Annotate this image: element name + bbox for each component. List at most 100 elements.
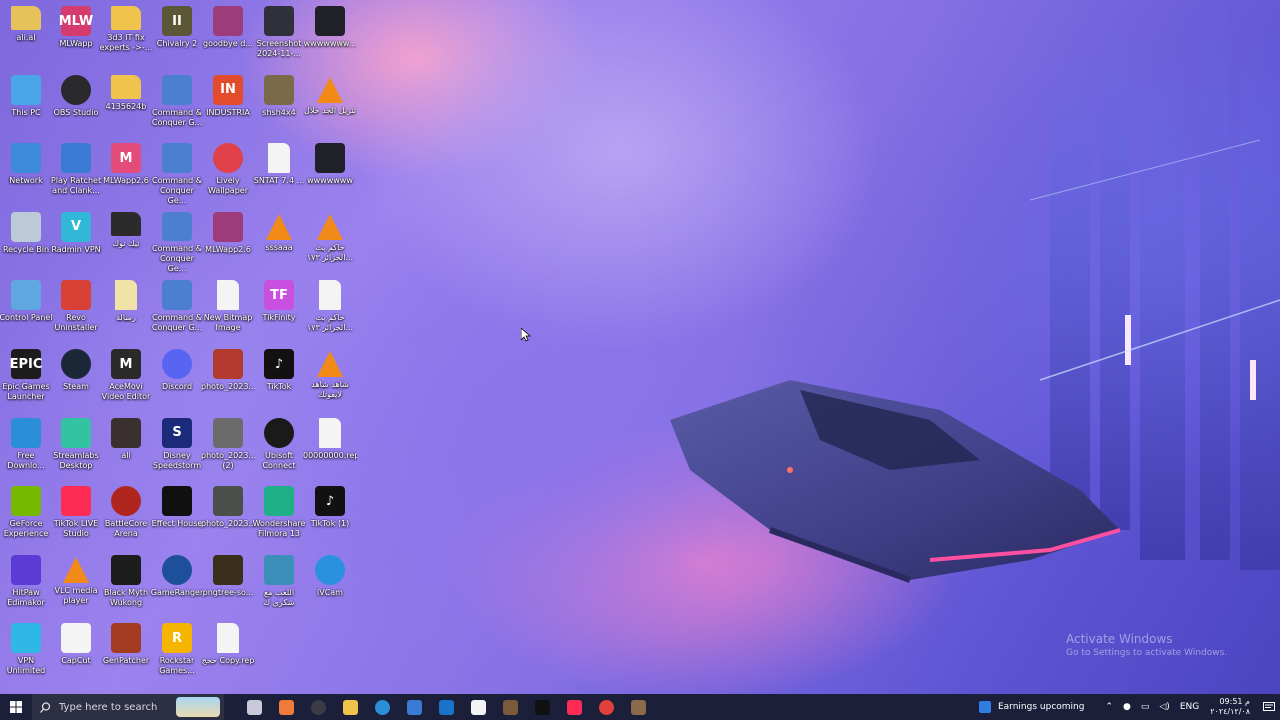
desktop-icon[interactable]: photo_2023... (2) (201, 412, 255, 480)
desktop-icon[interactable]: Wondershare Filmora 13 (253, 480, 305, 548)
desktop-icon-label: Lively Wallpaper (207, 176, 248, 196)
desktop-icon[interactable]: تنزيل الجد خلال (304, 69, 356, 137)
desktop-icon[interactable]: ♪ TikTok (1) (305, 480, 355, 548)
desktop-icon[interactable]: photo_2023... (201, 343, 255, 411)
desktop-icon[interactable]: shsh4x4 (254, 69, 304, 137)
language-indicator[interactable]: ENG (1180, 702, 1199, 712)
desktop-icon[interactable]: Steam (51, 343, 101, 411)
desktop-icon[interactable]: HitPaw Edimakor (1, 549, 51, 617)
taskbar-task-view-button[interactable] (238, 694, 270, 720)
desktop-icon[interactable]: رسالة (101, 274, 151, 342)
desktop-icon[interactable]: S Disney Speedstorm (152, 412, 202, 480)
desktop-icon[interactable]: Lively Wallpaper (203, 137, 253, 205)
desktop-icon[interactable]: SNTAT 7.4 ... (254, 137, 304, 205)
desktop-icon[interactable]: Revo Uninstaller (51, 274, 101, 342)
taskbar-genpatcher-button[interactable] (622, 694, 654, 720)
desktop-icon[interactable]: VLC media player (51, 549, 101, 617)
desktop-icon[interactable]: IN INDUSTRIA (203, 69, 253, 137)
desktop-icon[interactable]: OBS Studio (51, 69, 101, 137)
taskbar-file-explorer-button[interactable] (334, 694, 366, 720)
desktop-icon[interactable]: ali.al (1, 0, 51, 68)
taskbar-tiktok-live-button[interactable] (558, 694, 590, 720)
desktop-icon[interactable]: ali (101, 412, 151, 480)
desktop-icon[interactable]: GeForce Experience (1, 480, 51, 548)
desktop-icon[interactable]: This PC (1, 69, 51, 137)
desktop-icon-label: رسالة (116, 313, 136, 323)
widgets-icon (278, 699, 294, 715)
desktop-icon[interactable]: MLW MLWapp (51, 0, 101, 68)
notification-center-button[interactable] (1258, 694, 1280, 720)
taskbar-search-box[interactable]: Type here to search (32, 694, 224, 720)
desktop-icon[interactable]: Free Downlo... (1, 412, 51, 480)
desktop-icon[interactable]: iVCam (305, 549, 355, 617)
taskbar-microsoft-store-button[interactable] (398, 694, 430, 720)
taskbar-game-button[interactable] (494, 694, 526, 720)
desktop-icon[interactable]: Command & Conquer Ge... (152, 137, 202, 205)
desktop-icon[interactable]: Command & Conquer G... (152, 274, 202, 342)
desktop-icon[interactable]: MLWapp2.6 (203, 206, 253, 274)
desktop-icon[interactable]: TikTok LIVE Studio (51, 480, 101, 548)
desktop-icon[interactable]: 00000000.rep (303, 412, 357, 480)
windows-logo-icon (10, 701, 22, 713)
desktop-icon[interactable]: 3d3 IT fix experts ->-... (100, 0, 152, 68)
desktop-icon[interactable]: M MLWapp2.6 (101, 137, 151, 205)
desktop-icon[interactable]: Control Panel (0, 274, 53, 342)
desktop-icon[interactable]: II Chivalry 2 (152, 0, 202, 68)
desktop-icon[interactable]: Screenshot 2024-11-... (254, 0, 304, 68)
desktop-icon[interactable]: Command & Conquer G... (152, 69, 202, 137)
taskbar-capcut-button[interactable] (462, 694, 494, 720)
desktop-icon[interactable]: wwwwwww (305, 137, 355, 205)
show-hidden-icons-chevron-icon[interactable]: ⌃ (1105, 702, 1113, 712)
desktop-icon[interactable]: BattleCore Arena (101, 480, 151, 548)
desktop-icon[interactable]: CapCut (51, 617, 101, 685)
desktop-icon[interactable]: اللعب مع شكري ك (254, 549, 304, 617)
desktop-icon[interactable]: حاكم بث الجزائر ١٧٣... (305, 274, 355, 342)
clock[interactable]: 09:51 م ٢٠٢٤/١٢/٠٨ (1210, 697, 1250, 717)
desktop-icon[interactable]: Network (1, 137, 51, 205)
taskbar-tiktok-button[interactable] (526, 694, 558, 720)
desktop-icon-label: ali.al (16, 33, 36, 42)
filmora-icon (264, 486, 294, 517)
desktop-icon[interactable]: wwwwwww... (304, 0, 356, 68)
taskbar-obs-button[interactable] (302, 694, 334, 720)
file-explorer-icon (342, 699, 358, 715)
desktop-icon[interactable]: V Radmin VPN (51, 206, 101, 274)
desktop-icon[interactable]: تيك توك (101, 206, 151, 274)
desktop-icon[interactable]: Black Myth Wukong (101, 549, 151, 617)
folder-icon (111, 6, 141, 30)
microphone-icon[interactable]: ● (1123, 702, 1131, 712)
desktop-icon[interactable]: Play Ratchet and Clank... (51, 137, 101, 205)
desktop-icon[interactable]: 4135624b (101, 69, 151, 137)
desktop-icon[interactable]: pngtree-so... (203, 549, 253, 617)
news-widget[interactable]: Earnings upcoming (978, 701, 1084, 713)
desktop-icon[interactable]: goodbye d... (203, 0, 253, 68)
desktop-icon[interactable]: GenPatcher (101, 617, 151, 685)
desktop-icon[interactable]: Recycle Bin (1, 206, 51, 274)
volume-icon[interactable]: ◁) (1159, 702, 1169, 712)
network-icon[interactable]: ▭ (1141, 702, 1150, 712)
taskbar-edge-button[interactable] (366, 694, 398, 720)
desktop-icon[interactable]: حاكم بث الجزائر ١٧٣... (305, 206, 355, 274)
desktop-icon[interactable]: photo_2023... (201, 480, 255, 548)
desktop-icon[interactable]: Effect House (152, 480, 202, 548)
desktop-icon[interactable]: Discord (152, 343, 202, 411)
desktop-icon[interactable]: Command & Conquer Ge... (152, 206, 202, 274)
desktop-icon[interactable]: New Bitmap Image (203, 274, 253, 342)
desktop-icon[interactable]: Streamlabs Desktop (51, 412, 101, 480)
start-button[interactable] (0, 694, 32, 720)
desktop-icon[interactable]: Ubisoft Connect (254, 412, 304, 480)
desktop-icon[interactable]: TF TikFinity (254, 274, 304, 342)
desktop-icon[interactable]: M AceMovi Video Editor (101, 343, 151, 411)
desktop-icon-label: TikTok LIVE Studio (53, 519, 99, 539)
desktop-icon[interactable]: R Rockstar Games... (152, 617, 202, 685)
desktop-icon[interactable]: شاهد شاهد لايفوتك (305, 343, 355, 411)
taskbar-outlook-button[interactable] (430, 694, 462, 720)
desktop-icon[interactable]: حجج Copy.rep (202, 617, 254, 685)
taskbar-widgets-button[interactable] (270, 694, 302, 720)
desktop-icon[interactable]: sssaaa (254, 206, 304, 274)
taskbar-chrome-button[interactable] (590, 694, 622, 720)
desktop-icon[interactable]: ♪ TikTok (254, 343, 304, 411)
desktop-icon[interactable]: EPIC Epic Games Launcher (1, 343, 51, 411)
desktop-icon[interactable]: GameRanger (151, 549, 203, 617)
desktop-icon[interactable]: VPN Unlimited (1, 617, 51, 685)
